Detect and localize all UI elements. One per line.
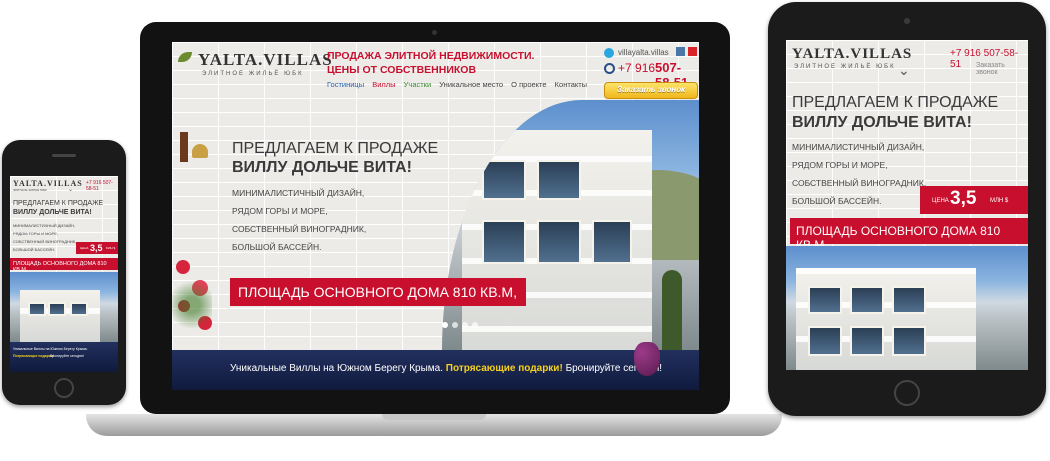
area-banner: ПЛОЩАДЬ ОСНОВНОГО ДОМА 810 КВ.М,: [230, 278, 526, 306]
flowers-decoration: [172, 250, 222, 350]
tablet-feature-4: БОЛЬШОЙ БАССЕЙН.: [792, 196, 882, 206]
phone-phone-number[interactable]: +7 916 507-58-51: [86, 180, 118, 192]
main-nav: Гостиницы Виллы Участки Уникальное место…: [327, 80, 593, 89]
hero-feature-1: МИНИМАЛИСТИЧНЫЙ ДИЗАЙН,: [232, 188, 365, 198]
phone-icon: [604, 63, 615, 74]
bell-icon: [180, 132, 210, 162]
tablet-area-banner: ПЛОЩАДЬ ОСНОВНОГО ДОМА 810 КВ.М,: [790, 218, 1028, 252]
phone-price-badge: ЦЕНА 3,5 МЛН $: [76, 242, 118, 254]
phone-feature-4: БОЛЬШОЙ БАССЕЙН.: [13, 247, 56, 252]
tablet-camera: [904, 18, 910, 24]
logo-block[interactable]: YALTA.VILLAS ЭЛИТНОЕ ЖИЛЬЁ ЮБК: [176, 48, 332, 80]
nav-unique-place[interactable]: Уникальное место: [439, 80, 503, 89]
tablet-logo[interactable]: YALTA.VILLAS: [792, 46, 912, 63]
phone-price-value: 3,5: [90, 243, 103, 253]
logo-text: YALTA.VILLAS: [198, 50, 333, 69]
laptop-screen: YALTA.VILLAS ЭЛИТНОЕ ЖИЛЬЁ ЮБК ПРОДАЖА Э…: [172, 42, 699, 390]
hero-feature-2: РЯДОМ ГОРЫ И МОРЕ,: [232, 206, 328, 216]
header-phone-prefix[interactable]: +7 916: [618, 61, 655, 75]
bottom-promo-text: Уникальные Виллы на Южном Берегу Крыма. …: [230, 363, 662, 374]
tablet-price-value: 3,5: [950, 188, 977, 209]
phone-device: YALTA.VILLAS ЭЛИТНОЕ ЖИЛЬЁ ЮБК +7 916 50…: [2, 140, 126, 405]
nav-villas[interactable]: Виллы: [372, 80, 395, 89]
callback-button-label: Заказать звонок: [617, 85, 686, 94]
phone-home-button[interactable]: [54, 378, 74, 398]
phone-menu-chevron-icon[interactable]: ⌄: [68, 186, 73, 193]
tablet-price-label: ЦЕНА: [932, 198, 949, 204]
tablet-logo-tagline: ЭЛИТНОЕ ЖИЛЬЁ ЮБК: [794, 64, 896, 70]
header-headline-2: ЦЕНЫ ОТ СОБСТВЕННИКОВ: [327, 64, 477, 76]
tablet-feature-3: СОБСТВЕННЫЙ ВИНОГРАДНИК,: [792, 178, 927, 188]
tablet-hero-line-1: ПРЕДЛАГАЕМ К ПРОДАЖЕ: [792, 94, 999, 111]
phone-speaker: [52, 154, 76, 157]
phone-villa-photo: [10, 272, 118, 342]
tablet-feature-2: РЯДОМ ГОРЫ И МОРЕ,: [792, 160, 888, 170]
phone-bottom-text-1: Уникальные Виллы на Южном Берегу Крыма.: [13, 347, 88, 351]
phone-bottom-text-2: Потрясающие подарки!: [13, 354, 54, 358]
slider-dot-3[interactable]: [462, 322, 468, 328]
phone-price-unit: МЛН $: [106, 246, 116, 250]
hero-feature-4: БОЛЬШОЙ БАССЕЙН.: [232, 242, 322, 252]
tablet-menu-chevron-icon[interactable]: ⌄: [898, 62, 910, 79]
tablet-price-badge: ЦЕНА 3,5 МЛН $: [920, 186, 1028, 214]
phone-feature-3: СОБСТВЕННЫЙ ВИНОГРАДНИК,: [13, 239, 77, 244]
hero-line-1: ПРЕДЛАГАЕМ К ПРОДАЖЕ: [232, 140, 439, 157]
skype-name[interactable]: villayalta.villas: [618, 48, 669, 57]
tree-icon: [662, 270, 682, 350]
skype-icon[interactable]: [604, 48, 614, 58]
tablet-home-button[interactable]: [894, 380, 920, 406]
slider-dot-1[interactable]: [442, 322, 448, 328]
phone-bottom-bar: Уникальные Виллы на Южном Берегу Крыма. …: [10, 342, 118, 372]
slider-dot-2[interactable]: [452, 322, 458, 328]
header-headline-1: ПРОДАЖА ЭЛИТНОЙ НЕДВИЖИМОСТИ.: [327, 50, 535, 62]
phone-logo-tagline: ЭЛИТНОЕ ЖИЛЬЁ ЮБК: [13, 188, 47, 192]
youtube-icon[interactable]: [688, 47, 697, 56]
tablet-hero-line-2: ВИЛЛУ ДОЛЬЧЕ ВИТА!: [792, 114, 972, 131]
tablet-feature-1: МИНИМАЛИСТИЧНЫЙ ДИЗАЙН,: [792, 142, 925, 152]
tablet-screen: YALTA.VILLAS ЭЛИТНОЕ ЖИЛЬЁ ЮБК ⌄ +7 916 …: [786, 40, 1028, 370]
logo-tagline: ЭЛИТНОЕ ЖИЛЬЁ ЮБК: [202, 71, 304, 77]
bottom-promo-bar: Уникальные Виллы на Южном Берегу Крыма. …: [172, 342, 699, 390]
vk-icon[interactable]: [676, 47, 685, 56]
bottom-text-1: Уникальные Виллы на Южном Берегу Крыма.: [230, 363, 444, 374]
bottom-text-2: Потрясающие подарки!: [445, 363, 563, 374]
phone-feature-2: РЯДОМ ГОРЫ И МОРЕ,: [13, 231, 58, 236]
tablet-price-unit: МЛН $: [990, 198, 1009, 204]
laptop-camera: [432, 30, 437, 35]
tablet-villa-photo: [786, 246, 1028, 370]
phone-bottom-text-3: Бронируйте сегодня!: [50, 354, 84, 358]
hero-line-2: ВИЛЛУ ДОЛЬЧЕ ВИТА!: [232, 159, 412, 176]
nav-hotels[interactable]: Гостиницы: [327, 80, 364, 89]
phone-hero-line-1: ПРЕДЛАГАЕМ К ПРОДАЖЕ: [13, 200, 104, 207]
phone-hero-line-2: ВИЛЛУ ДОЛЬЧЕ ВИТА!: [13, 209, 92, 216]
area-banner-text: ПЛОЩАДЬ ОСНОВНОГО ДОМА 810 КВ.М,: [238, 284, 517, 300]
phone-area-banner: ПЛОЩАДЬ ОСНОВНОГО ДОМА 810 КВ.М,: [10, 258, 118, 273]
phone-price-label: ЦЕНА: [80, 246, 89, 250]
slider-dot-4[interactable]: [472, 322, 478, 328]
nav-contacts[interactable]: Контакты: [555, 80, 587, 89]
laptop-notch: [382, 414, 486, 420]
callback-button[interactable]: Заказать звонок: [604, 82, 698, 99]
phone-screen: YALTA.VILLAS ЭЛИТНОЕ ЖИЛЬЁ ЮБК +7 916 50…: [10, 176, 118, 372]
grapes-icon: [634, 342, 660, 376]
leaf-icon: [178, 52, 192, 62]
nav-plots[interactable]: Участки: [404, 80, 432, 89]
tablet-callback-link[interactable]: Заказать звонок: [976, 62, 1028, 76]
site-header: YALTA.VILLAS ЭЛИТНОЕ ЖИЛЬЁ ЮБК ПРОДАЖА Э…: [172, 42, 699, 100]
nav-about[interactable]: О проекте: [511, 80, 546, 89]
hero-feature-3: СОБСТВЕННЫЙ ВИНОГРАДНИК,: [232, 224, 367, 234]
hero-villa-photo: [442, 100, 699, 350]
phone-feature-1: МИНИМАЛИСТИЧНЫЙ ДИЗАЙН,: [13, 223, 76, 228]
